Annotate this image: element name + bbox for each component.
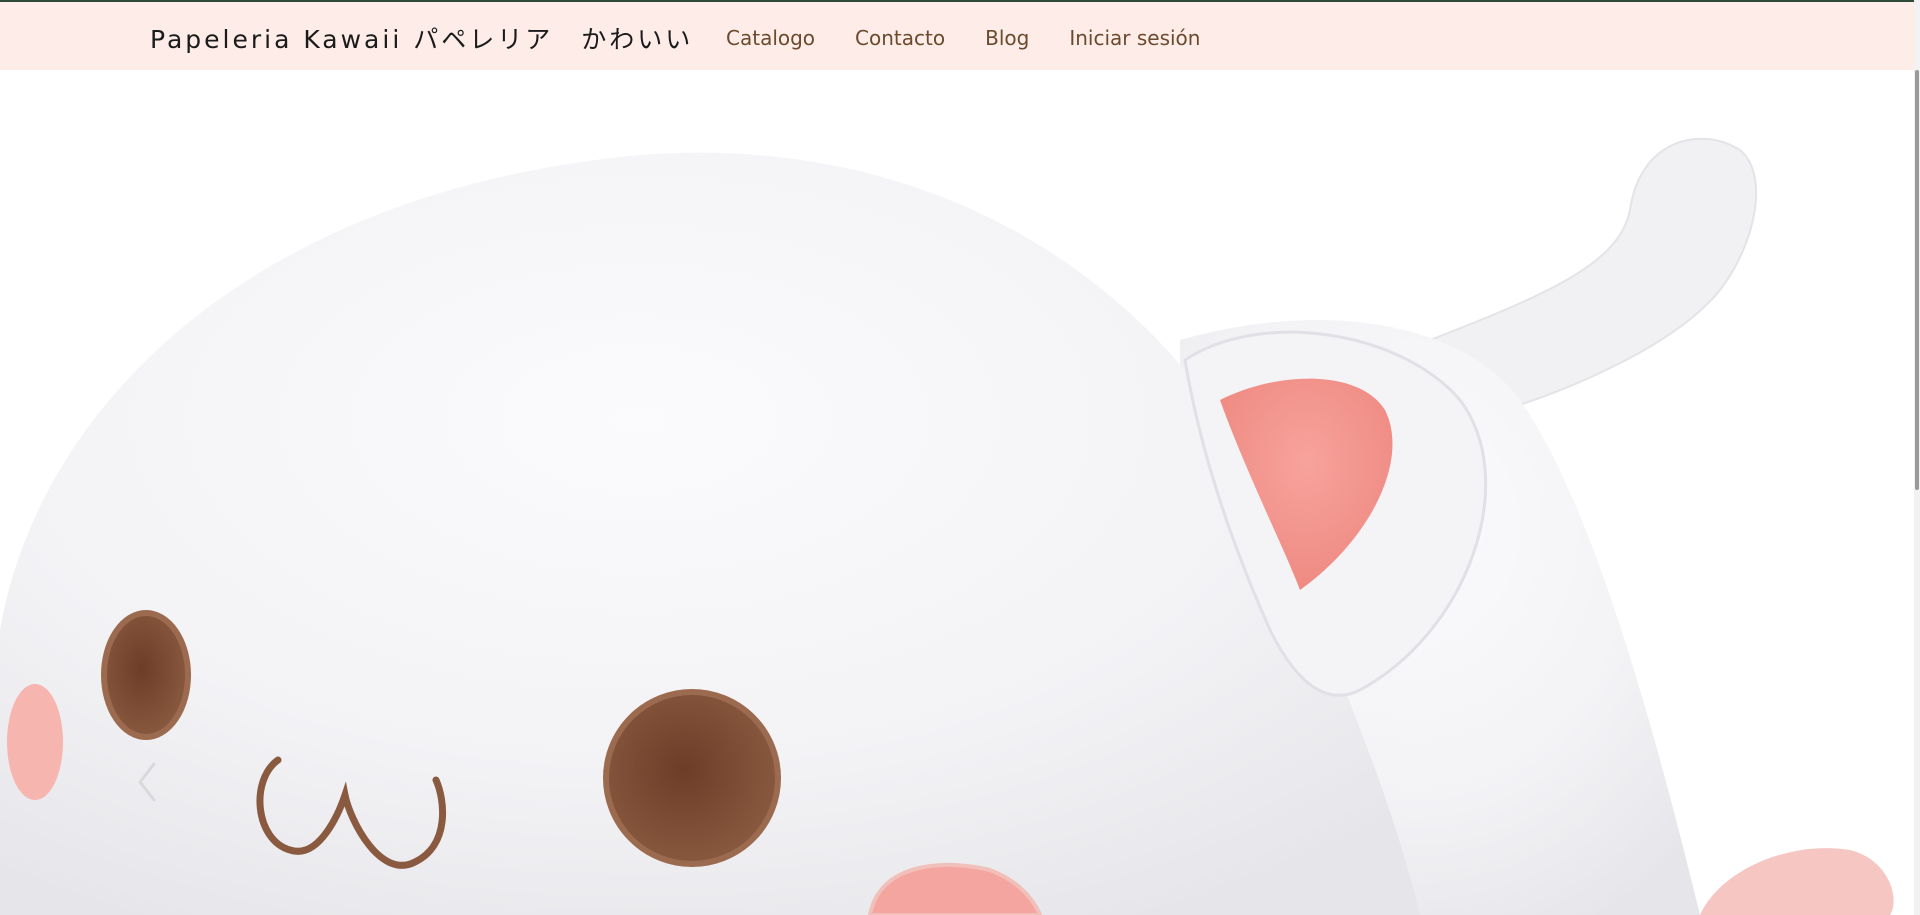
nav-contacto[interactable]: Contacto (855, 26, 945, 50)
main-nav: Catalogo Contacto Blog Iniciar sesión (726, 26, 1200, 50)
page-scrollbar[interactable] (1914, 0, 1920, 915)
nav-iniciar-sesion[interactable]: Iniciar sesión (1069, 26, 1200, 50)
hero-image (0, 137, 1894, 915)
chevron-left-icon (138, 762, 156, 802)
plush-eye-left (101, 610, 191, 740)
plush-hind-paw (1700, 848, 1894, 915)
hero-carousel (0, 70, 1920, 915)
plush-cheek-left (7, 684, 63, 800)
page: Papeleria Kawaii パペレリア かわいい Catalogo Con… (0, 0, 1920, 915)
brand-logo[interactable]: Papeleria Kawaii パペレリア かわいい (150, 20, 693, 56)
plush-eye-right (603, 689, 781, 867)
scrollbar-thumb[interactable] (1915, 70, 1919, 490)
nav-blog[interactable]: Blog (985, 26, 1029, 50)
nav-catalogo[interactable]: Catalogo (726, 26, 815, 50)
carousel-prev-button[interactable] (128, 752, 164, 812)
top-navbar: Papeleria Kawaii パペレリア かわいい Catalogo Con… (0, 0, 1920, 70)
